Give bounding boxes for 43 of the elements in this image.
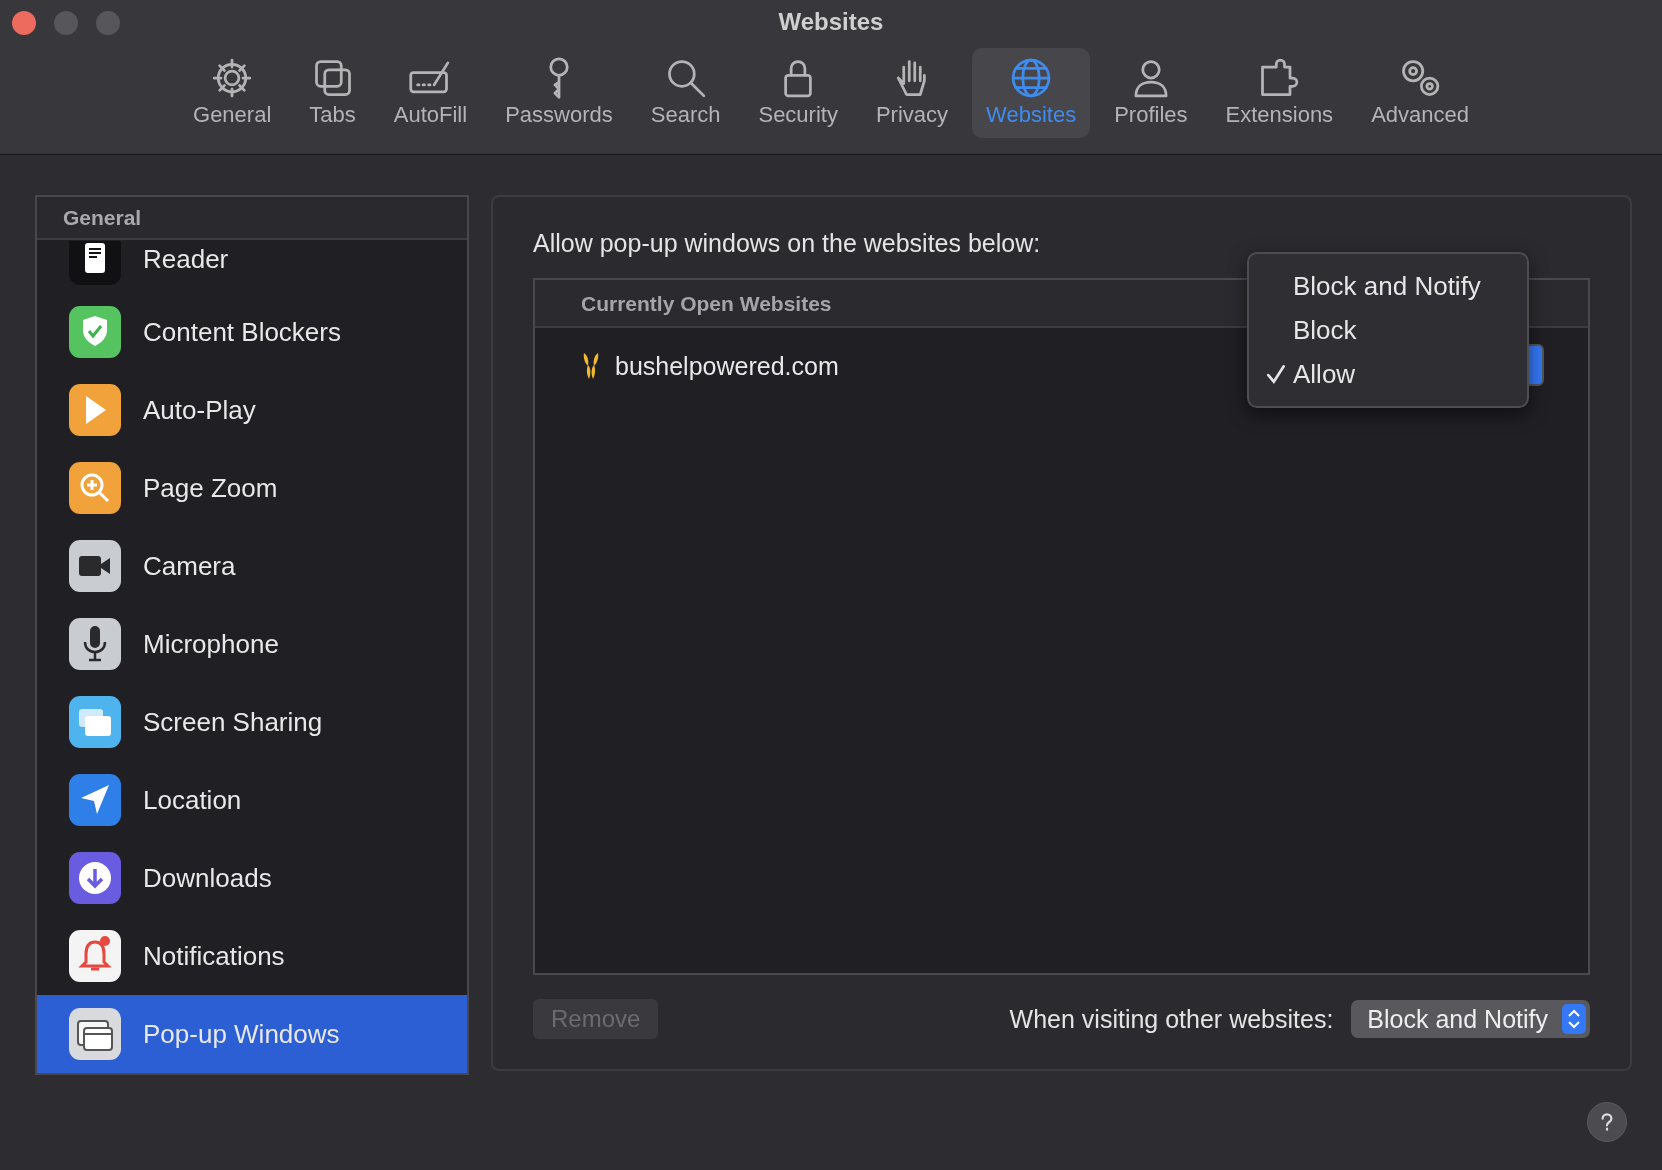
mic-icon <box>69 618 121 670</box>
sidebar-item[interactable]: Content Blockers <box>37 293 467 371</box>
camera-icon <box>69 540 121 592</box>
sidebar-item[interactable]: Screen Sharing <box>37 683 467 761</box>
reader-icon <box>69 241 121 285</box>
wheat-icon <box>581 351 601 381</box>
popup-icon <box>69 1008 121 1060</box>
sidebar-item[interactable]: Camera <box>37 527 467 605</box>
toolbar-tab[interactable]: Tabs <box>295 48 370 138</box>
sidebar-item[interactable]: Pop-up Windows <box>37 995 467 1073</box>
download-icon <box>69 852 121 904</box>
sidebar-item[interactable]: Notifications <box>37 917 467 995</box>
popup-button[interactable]: Block and Notify <box>1351 1000 1590 1038</box>
toolbar-tab[interactable]: Advanced <box>1357 48 1483 138</box>
toolbar-tab[interactable]: Extensions <box>1211 48 1348 138</box>
bell-icon <box>69 930 121 982</box>
screens-icon <box>69 696 121 748</box>
sidebar-header: General <box>37 197 467 240</box>
panel-heading: Allow pop-up windows on the websites below: <box>533 229 1042 258</box>
sidebar-item[interactable]: Location <box>37 761 467 839</box>
toolbar-tab[interactable]: AutoFill <box>379 48 482 138</box>
toolbar-tab[interactable]: Passwords <box>491 48 627 138</box>
sidebar-item[interactable]: Auto-Play <box>37 371 467 449</box>
help-button[interactable] <box>1587 1102 1627 1142</box>
close-button[interactable] <box>12 11 36 35</box>
toolbar-tab[interactable]: General <box>179 48 286 138</box>
menu-item[interactable]: Allow <box>1249 352 1527 396</box>
sidebar-item[interactable]: Microphone <box>37 605 467 683</box>
other-websites-label: When visiting other websites: <box>1009 1004 1334 1034</box>
sidebar-item[interactable]: Reader <box>37 241 467 293</box>
location-icon <box>69 774 121 826</box>
shield-icon <box>69 306 121 358</box>
toolbar-tab[interactable]: Profiles <box>1100 48 1202 138</box>
zoom-icon <box>69 462 121 514</box>
toolbar-tab[interactable]: Search <box>636 48 735 138</box>
window-title: Websites <box>778 7 884 37</box>
sidebar-item[interactable]: Downloads <box>37 839 467 917</box>
website-name: bushelpowered.com <box>615 351 839 381</box>
stepper-icon <box>1562 1004 1586 1034</box>
toolbar-tab[interactable]: Security <box>744 48 852 138</box>
toolbar-tab[interactable]: Privacy <box>861 48 963 138</box>
sidebar-item[interactable]: Page Zoom <box>37 449 467 527</box>
play-icon <box>69 384 121 436</box>
